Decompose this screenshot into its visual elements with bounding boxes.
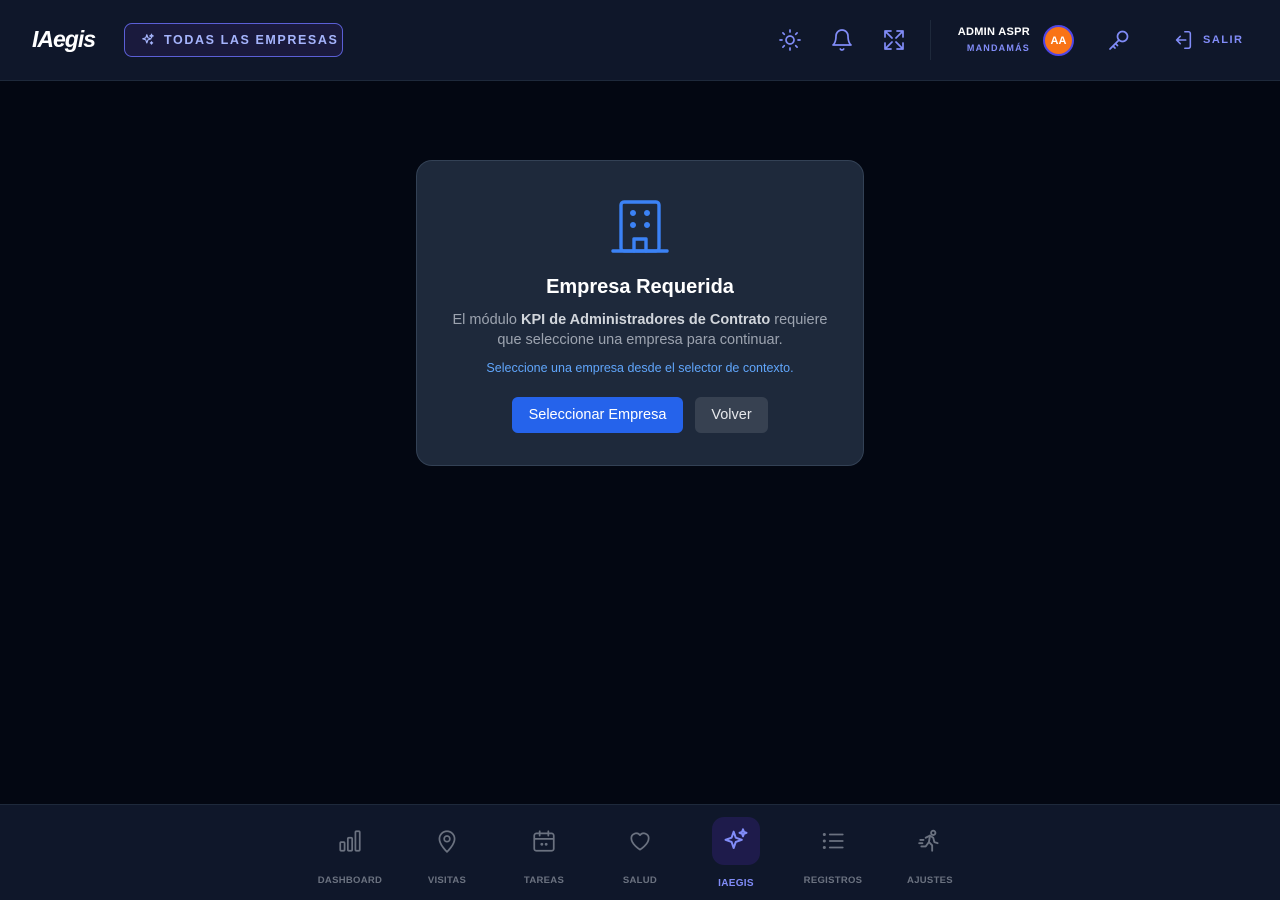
nav-item-registros[interactable]: REGISTROS <box>785 817 881 889</box>
company-required-card: Empresa Requerida El módulo KPI de Admin… <box>416 160 864 466</box>
nav-item-ajustes[interactable]: AJUSTES <box>882 817 978 889</box>
company-selector-label: TODAS LAS EMPRESAS <box>164 33 339 47</box>
card-description: El módulo KPI de Administradores de Cont… <box>447 310 833 350</box>
user-name: ADMIN ASPR <box>957 26 1030 38</box>
desc-prefix: El módulo <box>452 312 522 328</box>
bar-chart-icon <box>339 830 361 852</box>
top-header: IAegis TODAS LAS EMPRESAS ADMIN ASPR MAN… <box>0 0 1280 81</box>
nav-item-visitas[interactable]: VISITAS <box>399 817 495 889</box>
user-role: MANDAMÁS <box>966 43 1030 53</box>
nav-label-tareas: TAREAS <box>523 875 565 886</box>
heart-icon <box>630 832 650 851</box>
nav-item-iaegis[interactable]: IAEGIS <box>688 817 784 889</box>
back-button[interactable]: Volver <box>695 397 768 433</box>
logout-icon <box>1175 30 1192 50</box>
nav-label-visitas: VISITAS <box>427 875 467 886</box>
sparkles-icon <box>724 828 748 849</box>
nav-label-iaegis: IAEGIS <box>718 878 754 889</box>
logout-label: SALIR <box>1203 34 1244 46</box>
select-company-button[interactable]: Seleccionar Empresa <box>512 397 683 433</box>
card-title: Empresa Requerida <box>546 276 734 298</box>
company-selector-button[interactable]: TODAS LAS EMPRESAS <box>124 23 343 57</box>
sun-icon[interactable] <box>778 28 802 52</box>
avatar[interactable]: AA <box>1043 25 1074 56</box>
nav-label-ajustes: AJUSTES <box>907 875 953 886</box>
bottom-nav: DASHBOARD VISITAS TAREAS SALUD IAEGIS RE… <box>0 804 1280 900</box>
nav-label-registros: REGISTROS <box>803 875 863 886</box>
nav-item-salud[interactable]: SALUD <box>592 817 688 889</box>
card-hint: Seleccione una empresa desde el selector… <box>486 361 794 375</box>
runner-icon <box>918 829 939 852</box>
nav-label-salud: SALUD <box>622 875 658 886</box>
calendar-icon <box>533 830 555 852</box>
header-divider <box>930 20 931 60</box>
key-icon[interactable] <box>1107 28 1131 52</box>
nav-label-dashboard: DASHBOARD <box>317 875 383 886</box>
sparkles-icon <box>142 33 154 45</box>
bell-icon[interactable] <box>830 28 854 52</box>
nav-item-dashboard[interactable]: DASHBOARD <box>302 817 398 889</box>
logout-button[interactable]: SALIR <box>1172 28 1244 52</box>
app-logo[interactable]: IAegis <box>32 26 96 53</box>
map-pin-icon <box>438 830 456 853</box>
expand-icon[interactable] <box>882 28 906 52</box>
nav-item-tareas[interactable]: TAREAS <box>496 817 592 889</box>
desc-module-name: KPI de Administradores de Contrato <box>521 312 771 328</box>
list-icon <box>822 832 844 850</box>
building-icon <box>611 200 669 253</box>
